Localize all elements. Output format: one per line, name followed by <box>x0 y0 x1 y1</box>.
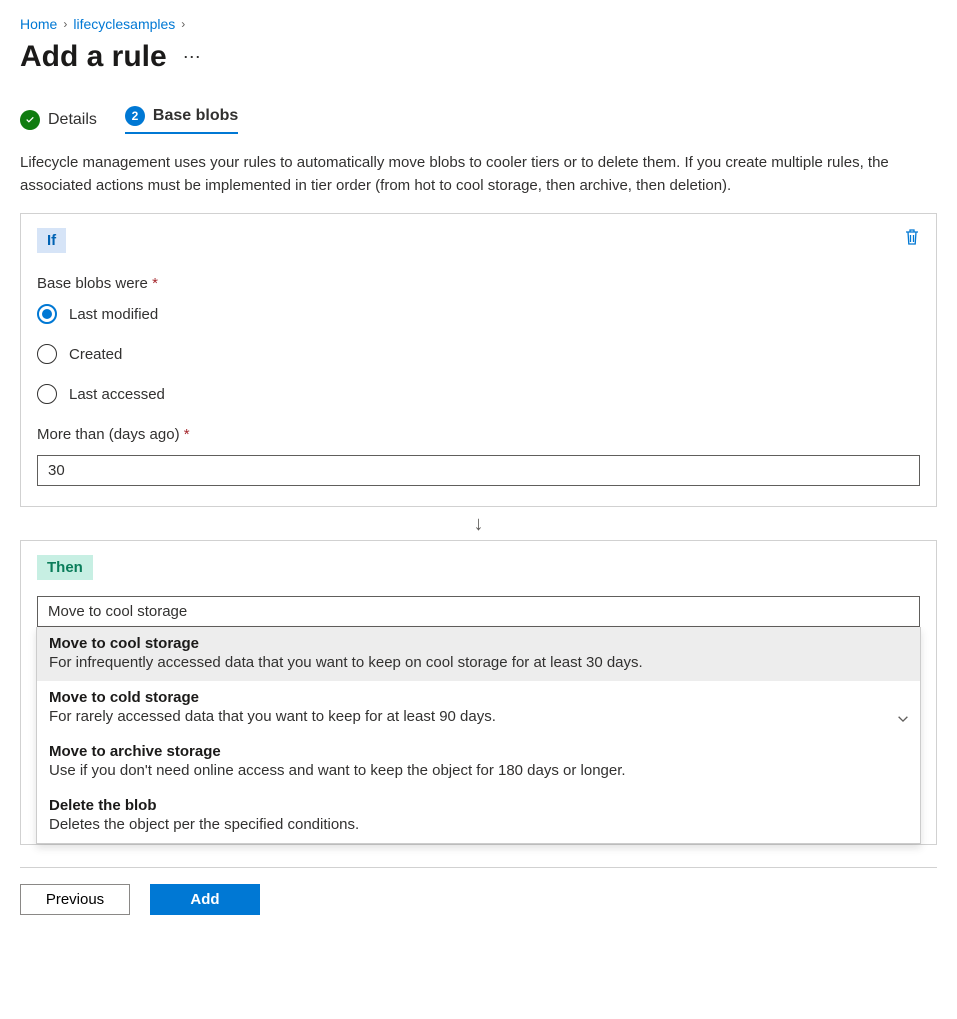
option-move-cold[interactable]: Move to cold storage For rarely accessed… <box>37 681 920 735</box>
condition-label: Base blobs were * <box>37 275 920 292</box>
then-tag: Then <box>37 555 93 580</box>
option-desc: For rarely accessed data that you want t… <box>49 708 908 725</box>
radio-button-icon <box>37 304 57 324</box>
option-title: Move to cold storage <box>49 689 908 706</box>
delete-icon[interactable] <box>904 228 920 249</box>
divider <box>20 867 937 868</box>
page-title: Add a rule <box>20 40 167 74</box>
if-condition-card: If Base blobs were * Last modified Creat… <box>20 213 937 507</box>
days-label: More than (days ago) * <box>37 426 920 443</box>
footer-actions: Previous Add <box>20 884 937 915</box>
days-input[interactable] <box>37 455 920 486</box>
step-base-blobs[interactable]: 2 Base blobs <box>125 106 238 134</box>
chevron-right-icon: › <box>63 17 67 31</box>
option-move-archive[interactable]: Move to archive storage Use if you don't… <box>37 735 920 789</box>
previous-button[interactable]: Previous <box>20 884 130 915</box>
action-select-value: Move to cool storage <box>48 603 187 620</box>
radio-button-icon <box>37 344 57 364</box>
condition-radio-group: Last modified Created Last accessed <box>37 304 920 404</box>
more-actions-button[interactable]: ⋯ <box>183 47 202 68</box>
option-move-cool[interactable]: Move to cool storage For infrequently ac… <box>37 627 920 681</box>
option-delete-blob[interactable]: Delete the blob Deletes the object per t… <box>37 789 920 843</box>
radio-last-modified[interactable]: Last modified <box>37 304 920 324</box>
step-number-badge: 2 <box>125 106 145 126</box>
step-details[interactable]: Details <box>20 110 97 130</box>
then-action-card: Then Move to cool storage Move to cool s… <box>20 540 937 845</box>
breadcrumb-home[interactable]: Home <box>20 16 57 32</box>
wizard-steps: Details 2 Base blobs <box>20 106 937 134</box>
intro-text: Lifecycle management uses your rules to … <box>20 152 937 197</box>
action-select[interactable]: Move to cool storage <box>37 596 920 627</box>
radio-label: Created <box>69 346 122 363</box>
option-desc: For infrequently accessed data that you … <box>49 654 908 671</box>
add-button[interactable]: Add <box>150 884 260 915</box>
if-tag: If <box>37 228 66 253</box>
action-dropdown: Move to cool storage For infrequently ac… <box>36 627 921 844</box>
option-title: Delete the blob <box>49 797 908 814</box>
option-desc: Deletes the object per the specified con… <box>49 816 908 833</box>
breadcrumb: Home › lifecyclesamples › <box>20 16 937 32</box>
breadcrumb-lifecyclesamples[interactable]: lifecyclesamples <box>73 16 175 32</box>
radio-label: Last modified <box>69 306 158 323</box>
step-details-label: Details <box>48 111 97 129</box>
radio-created[interactable]: Created <box>37 344 920 364</box>
radio-button-icon <box>37 384 57 404</box>
option-title: Move to archive storage <box>49 743 908 760</box>
chevron-right-icon: › <box>181 17 185 31</box>
arrow-down-icon: ↓ <box>20 513 937 536</box>
option-title: Move to cool storage <box>49 635 908 652</box>
checkmark-icon <box>20 110 40 130</box>
step-base-blobs-label: Base blobs <box>153 107 238 125</box>
radio-label: Last accessed <box>69 386 165 403</box>
radio-last-accessed[interactable]: Last accessed <box>37 384 920 404</box>
option-desc: Use if you don't need online access and … <box>49 762 908 779</box>
